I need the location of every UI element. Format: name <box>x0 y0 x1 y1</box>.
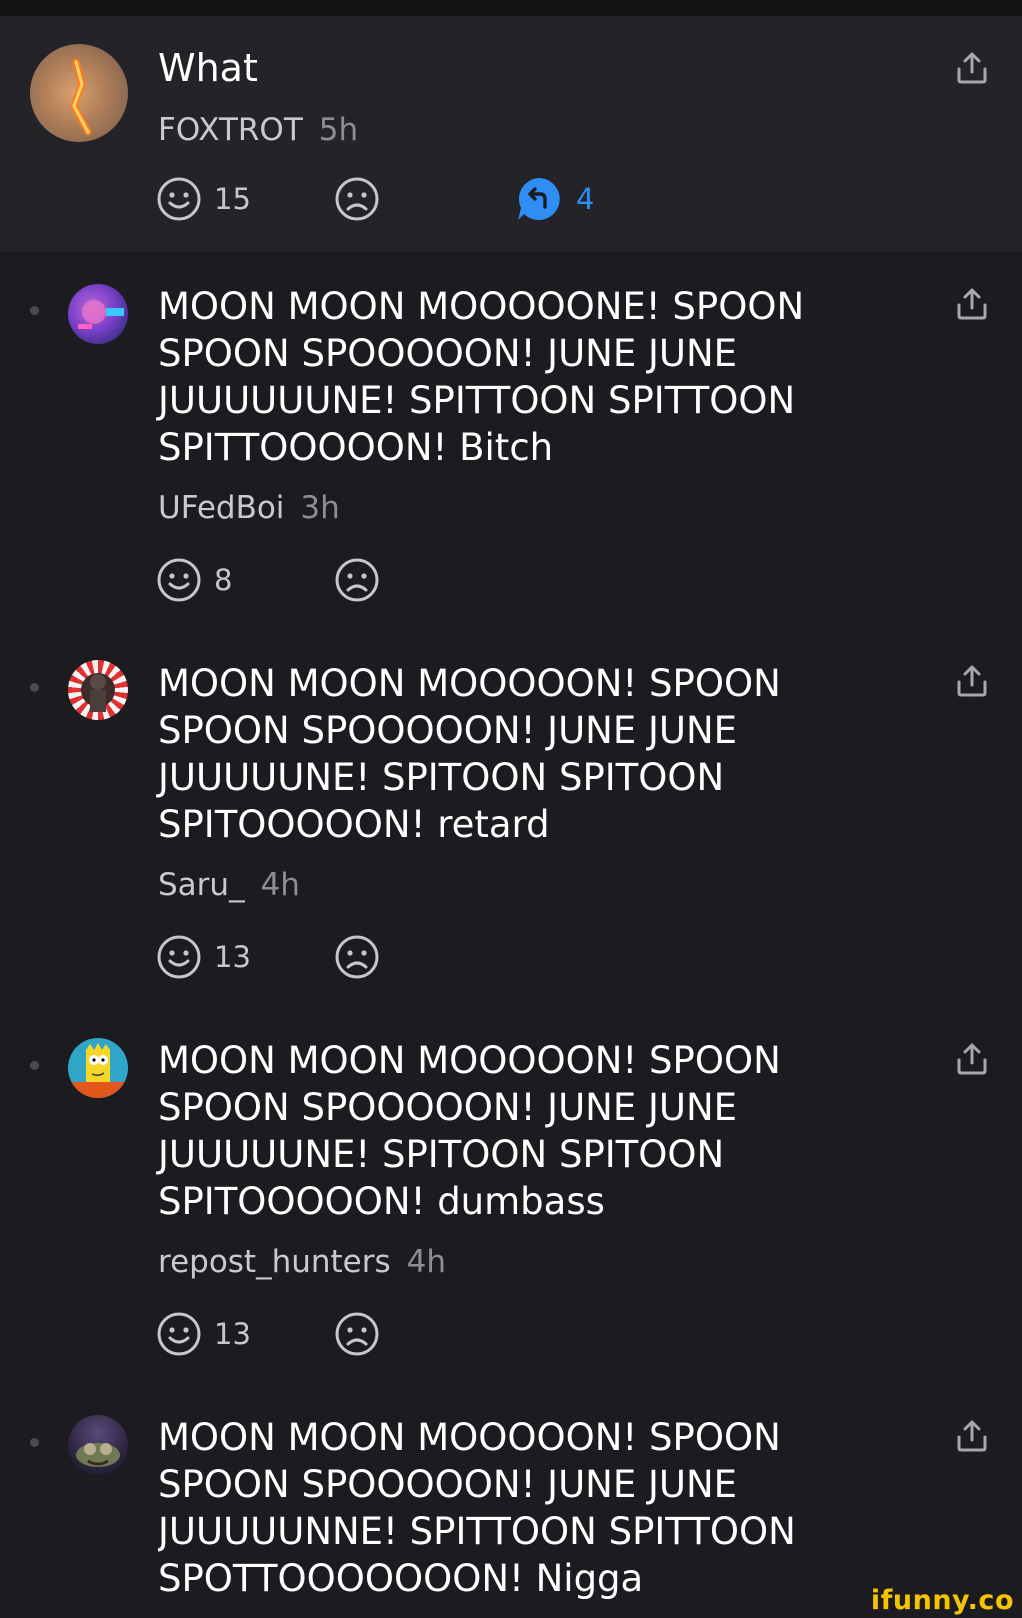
comment-meta: repost_hunters 4h <box>158 1244 446 1280</box>
username[interactable]: UFedBoi <box>158 490 284 526</box>
timestamp: 4h <box>406 1244 447 1280</box>
thread-bullet <box>30 683 39 692</box>
comment-text: MOON MOON MOOOOON! SPOON SPOON SPOOOOON!… <box>158 1039 781 1223</box>
comment-meta: Saru_ 4h <box>158 867 300 903</box>
smile-reaction[interactable]: 15 <box>156 176 251 222</box>
smile-reaction[interactable]: 8 <box>156 557 232 603</box>
smile-icon <box>157 1312 201 1356</box>
comment-text: MOON MOON MOOOOONE! SPOON SPOON SPOOOOON… <box>158 285 805 469</box>
smile-count: 15 <box>214 182 251 216</box>
avatar-image <box>78 300 124 329</box>
reply-icon <box>518 178 560 220</box>
timestamp: 4h <box>260 867 300 903</box>
frown-reaction[interactable] <box>334 176 380 222</box>
smile-count: 13 <box>214 1317 251 1351</box>
smile-icon <box>157 935 201 979</box>
share-icon[interactable] <box>954 1041 990 1077</box>
avatar[interactable] <box>68 1415 128 1475</box>
smile-reaction[interactable]: 13 <box>156 1311 251 1357</box>
frown-reaction[interactable] <box>334 934 380 980</box>
thread-bullet <box>30 1061 39 1070</box>
share-icon[interactable] <box>954 286 990 322</box>
share-icon[interactable] <box>954 50 990 86</box>
comment-meta: FOXTROT 5h <box>158 112 358 148</box>
thread-bullet <box>30 1438 39 1447</box>
avatar[interactable] <box>68 1038 128 1098</box>
avatar[interactable] <box>30 44 128 142</box>
username[interactable]: Saru_ <box>158 867 245 903</box>
frown-icon <box>335 935 379 979</box>
avatar-image <box>70 58 92 136</box>
top-strip <box>0 0 1022 16</box>
timestamp: 3h <box>300 490 340 526</box>
avatar-image <box>76 1443 120 1467</box>
avatar[interactable] <box>68 660 128 720</box>
avatar-image <box>81 673 115 712</box>
thread-bullet <box>30 306 39 315</box>
avatar-image <box>68 1043 128 1098</box>
avatar[interactable] <box>68 284 128 344</box>
parent-comment: What FOXTROT 5h 15 4 <box>0 16 1022 252</box>
share-icon[interactable] <box>954 1418 990 1454</box>
frown-icon <box>335 177 379 221</box>
share-icon[interactable] <box>954 663 990 699</box>
frown-reaction[interactable] <box>334 1311 380 1357</box>
comment-text: MOON MOON MOOOOON! SPOON SPOON SPOOOOON!… <box>158 1416 796 1599</box>
reply-button[interactable]: 4 <box>516 176 594 222</box>
reply-count: 4 <box>576 182 595 216</box>
comment-text: MOON MOON MOOOOON! SPOON SPOON SPOOOOON!… <box>158 662 781 846</box>
comment-meta: UFedBoi 3h <box>158 490 340 526</box>
smile-icon <box>157 558 201 602</box>
frown-icon <box>335 558 379 602</box>
username[interactable]: FOXTROT <box>158 112 303 148</box>
timestamp: 5h <box>318 112 359 148</box>
smile-count: 8 <box>214 563 233 597</box>
comment-text: What <box>158 46 258 90</box>
smile-count: 13 <box>214 940 251 974</box>
frown-icon <box>335 1312 379 1356</box>
username[interactable]: repost_hunters <box>158 1244 391 1280</box>
ifunny-watermark: ifunny.co <box>870 1585 1014 1616</box>
smile-icon <box>157 177 201 221</box>
frown-reaction[interactable] <box>334 557 380 603</box>
smile-reaction[interactable]: 13 <box>156 934 251 980</box>
